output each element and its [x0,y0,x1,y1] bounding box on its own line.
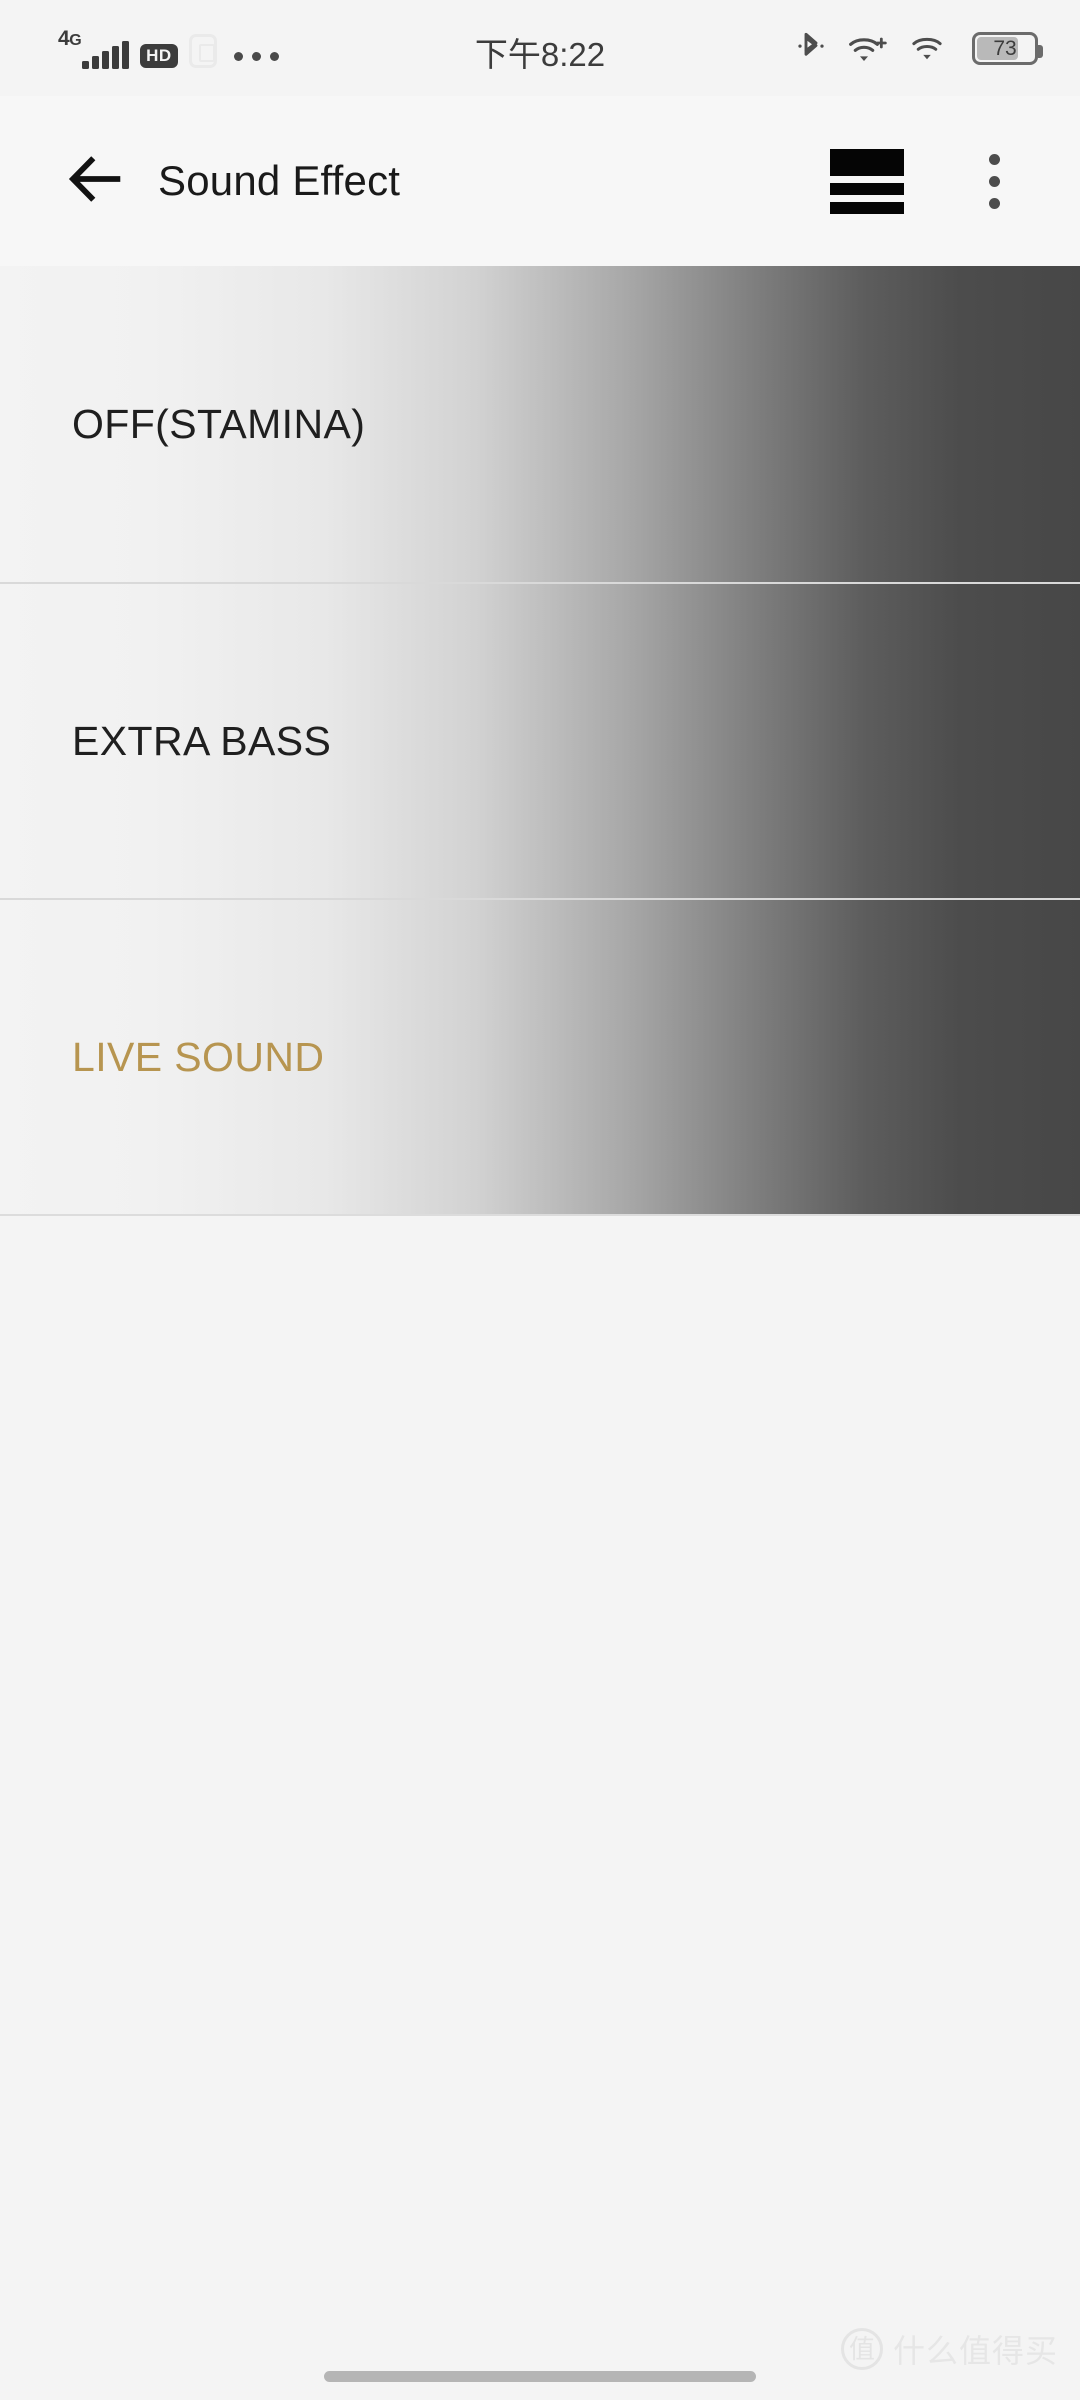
status-bar-clock: 下午8:22 [474,36,606,73]
status-bar-left-icons: 4G HD [58,28,279,69]
more-horizontal-icon [233,51,279,61]
arrow-left-icon [67,151,123,212]
watermark: 值 什么值得买 [840,2326,1058,2372]
hd-voice-icon: HD [140,43,178,68]
sim-card-icon [188,33,217,68]
bluetooth-icon [796,30,826,66]
home-indicator[interactable] [324,2371,756,2382]
network-type-label: 4G [58,26,82,50]
watermark-text: 什么值得买 [892,2333,1058,2369]
equalizer-list-icon[interactable] [830,147,904,215]
page-title: Sound Effect [158,157,401,204]
sound-effect-list: OFF(STAMINA) EXTRA BASS LIVE SOUND [0,266,1080,1216]
signal-bars-icon: 4G [58,26,130,69]
list-item[interactable]: LIVE SOUND [0,898,1080,1214]
effect-label: OFF(STAMINA) [72,400,366,447]
battery-icon: 73 [972,31,1043,65]
more-vertical-icon[interactable] [954,141,1034,221]
status-bar-right-icons: 73 [796,0,1043,96]
list-item[interactable]: OFF(STAMINA) [0,266,1080,582]
watermark-badge: 值 [840,2328,883,2370]
wifi-plus-icon [848,33,887,63]
battery-level-label: 73 [993,36,1017,60]
app-bar: Sound Effect [0,96,1080,266]
signal-strength-bars [82,40,130,69]
back-button[interactable] [52,138,138,224]
phone-screen: 4G HD 下午8:22 73 Sound Effect OFF(STAMINA… [0,0,1080,2400]
status-bar: 4G HD 下午8:22 73 [0,0,1080,96]
empty-content-area [0,1220,1080,2400]
effect-label: LIVE SOUND [72,1033,325,1080]
wifi-icon [908,33,946,63]
effect-label: EXTRA BASS [72,717,332,764]
list-item[interactable]: EXTRA BASS [0,582,1080,898]
app-bar-actions [830,141,1054,221]
